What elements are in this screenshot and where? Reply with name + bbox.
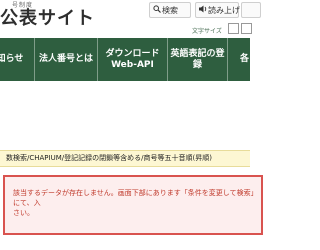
search-button-label: 検索 bbox=[162, 6, 178, 15]
read-aloud-button[interactable]: 読み上げ bbox=[195, 2, 240, 19]
nav-item-news[interactable]: 知らせ bbox=[0, 38, 35, 81]
no-results-message: 該当するデータが存在しません。画面下部にあります「条件を変更して検索」にて、入 … bbox=[13, 189, 258, 217]
extra-header-button[interactable] bbox=[241, 2, 261, 18]
search-conditions-bar: 数検索/CHAPIUM/登記記録の閉鎖等含める/商号等五十音順(昇順) bbox=[0, 150, 250, 167]
speaker-icon bbox=[198, 3, 208, 19]
no-results-message-box: 該当するデータが存在しません。画面下部にあります「条件を変更して検索」にて、入 … bbox=[3, 175, 263, 235]
site-header: 号制度 公表サイト 検索 読み上げ 文字サイズ bbox=[0, 0, 261, 38]
global-nav: 知らせ 法人番号とは ダウンロード Web-API 英語表記の登録 各 bbox=[0, 38, 250, 81]
nav-item-about-corporate-number[interactable]: 法人番号とは bbox=[35, 38, 98, 81]
font-size-large-button[interactable] bbox=[241, 23, 252, 34]
read-aloud-label: 読み上げ bbox=[208, 6, 240, 15]
site-title[interactable]: 公表サイト bbox=[0, 4, 95, 30]
font-size-small-button[interactable] bbox=[228, 23, 239, 34]
search-button[interactable]: 検索 bbox=[149, 2, 191, 18]
search-conditions-text: 数検索/CHAPIUM/登記記録の閉鎖等含める/商号等五十音順(昇順) bbox=[6, 154, 212, 162]
nav-item-english-registration[interactable]: 英語表記の登録 bbox=[168, 38, 228, 81]
font-size-label: 文字サイズ bbox=[192, 28, 222, 35]
nav-item-download-webapi[interactable]: ダウンロード Web-API bbox=[98, 38, 168, 81]
nav-item-partial[interactable]: 各 bbox=[228, 38, 268, 81]
search-icon bbox=[152, 3, 162, 19]
